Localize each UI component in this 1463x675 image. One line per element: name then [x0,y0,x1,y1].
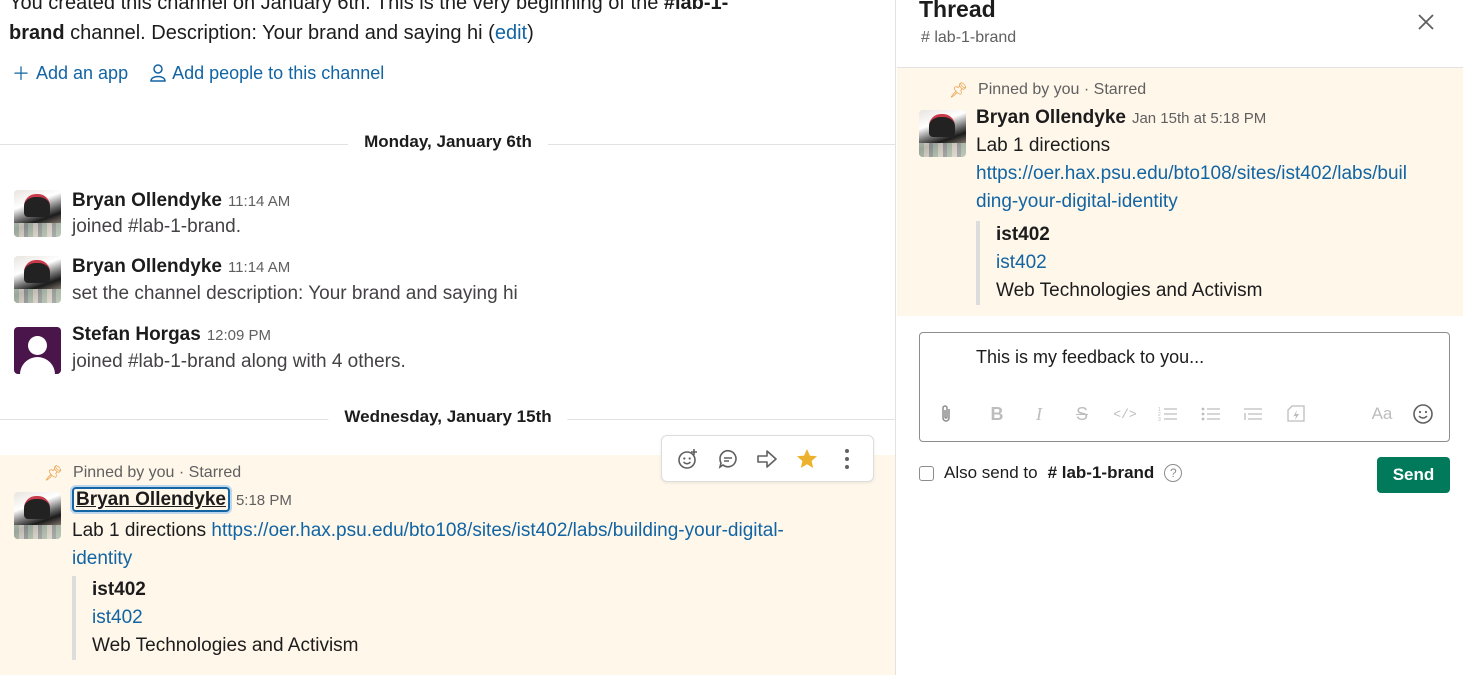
message-timestamp[interactable]: 11:14 AM [228,193,290,210]
thread-panel: Thread # lab-1-brand 📌︎ Pinned by you · … [897,0,1463,675]
attach-file-icon[interactable] [933,401,959,427]
message-timestamp[interactable]: 5:18 PM [236,492,292,509]
attachment-link[interactable]: ist402 [996,249,1263,277]
message-header: Stefan Horgas 12:09 PM [72,324,271,346]
message-link[interactable]: https://oer.hax.psu.edu/bto108/sites/ist… [211,520,783,541]
reply-in-thread-icon[interactable] [712,443,744,475]
add-app-label: Add an app [36,62,129,83]
pinned-label: Pinned by you · Starred [978,81,1147,98]
attachment-title: ist402 [996,224,1050,245]
message-text: Lab 1 directions https://oer.hax.psu.edu… [976,132,1407,216]
date-divider: Wednesday, January 15th [0,407,895,427]
avatar[interactable] [919,110,966,157]
send-button[interactable]: Send [1377,457,1450,493]
sender-name[interactable]: Stefan Horgas [72,324,201,345]
sender-name[interactable]: Bryan Ollendyke [72,487,230,512]
message-header: Bryan Ollendyke 11:14 AM [72,190,290,212]
message-text: joined #lab-1-brand. [72,216,242,237]
message-header: Bryan Ollendyke Jan 15th at 5:18 PM [976,107,1266,129]
add-people-button[interactable]: Add people to this channel [150,60,384,86]
code-icon[interactable]: </> [1112,401,1138,427]
italic-icon[interactable]: I [1026,401,1052,427]
help-icon[interactable]: ? [1164,464,1183,482]
also-send-option: Also send to # lab-1-brand ? [919,463,1183,483]
bold-icon[interactable]: B [984,401,1010,427]
thread-parent-message[interactable]: 📌︎ Pinned by you · Starred Bryan Ollendy… [897,68,1463,316]
person-icon [150,64,166,82]
message-timestamp[interactable]: Jan 15th at 5:18 PM [1132,110,1266,127]
also-send-label: Also send to [944,463,1038,482]
intro-channel-name-2: brand [9,22,65,44]
date-divider-label[interactable]: Wednesday, January 15th [328,407,568,427]
thread-title: Thread [919,0,996,22]
add-people-label: Add people to this channel [172,62,385,83]
date-divider-label[interactable]: Monday, January 6th [348,132,548,152]
formatting-toggle-icon[interactable]: Aa [1367,401,1397,427]
message-text: joined #lab-1-brand along with 4 others. [72,351,406,372]
thread-channel-link[interactable]: # lab-1-brand [921,29,1016,47]
attachment-description: Web Technologies and Activism [996,280,1263,301]
strikethrough-icon[interactable]: S [1069,401,1095,427]
plus-icon: ＋ [12,64,30,84]
attachment-description: Web Technologies and Activism [92,635,359,656]
message-actions-toolbar [661,435,874,482]
attachment-link[interactable]: ist402 [92,604,359,632]
link-unfurl-attachment: ist402 ist402 Web Technologies and Activ… [976,221,1263,305]
intro-channel-name-1: #lab-1- [663,0,729,14]
pinned-label: Pinned by you · Starred [73,464,242,481]
shortcuts-icon[interactable] [1283,401,1309,427]
intro-close-paren: ) [527,22,534,44]
avatar[interactable] [14,190,61,237]
intro-text: You created this channel on January 6th.… [9,0,664,14]
add-reaction-icon[interactable] [672,443,704,475]
star-icon[interactable] [791,443,823,475]
message-timestamp[interactable]: 11:14 AM [228,259,290,276]
sender-name[interactable]: Bryan Ollendyke [72,190,222,211]
channel-intro: You created this channel on January 6th.… [9,0,869,48]
thread-header: Thread # lab-1-brand [897,0,1463,68]
message-header: Bryan Ollendyke 5:18 PM [72,487,292,512]
avatar[interactable] [14,492,61,539]
pin-icon: 📌︎ [44,465,64,482]
share-message-icon[interactable] [751,443,783,475]
reply-composer[interactable]: This is my feedback to you... B I S </> … [919,332,1450,442]
bulleted-list-icon[interactable] [1198,401,1224,427]
sender-name[interactable]: Bryan Ollendyke [72,256,222,277]
message-link-continued[interactable]: ding-your-digital-identity [976,191,1178,212]
message-text: set the channel description: Your brand … [72,283,518,304]
message-text: Lab 1 directions https://oer.hax.psu.edu… [72,517,852,573]
pinned-indicator: 📌︎ Pinned by you · Starred [44,464,241,482]
add-app-button[interactable]: ＋ Add an app [12,60,128,86]
ordered-list-icon[interactable]: 123 [1155,401,1181,427]
blockquote-icon[interactable] [1240,401,1266,427]
link-unfurl-attachment: ist402 ist402 Web Technologies and Activ… [72,576,359,660]
message-text-content: Lab 1 directions [72,520,212,541]
reply-input[interactable]: This is my feedback to you... [976,347,1204,368]
message-header: Bryan Ollendyke 11:14 AM [72,256,290,278]
avatar[interactable] [14,327,61,374]
svg-text:3: 3 [1158,417,1161,422]
message-timestamp[interactable]: 12:09 PM [207,327,271,344]
date-divider: Monday, January 6th [0,132,895,152]
close-icon [1418,14,1434,30]
message-text-content: Lab 1 directions [976,135,1111,156]
message-link-continued[interactable]: identity [72,548,132,569]
emoji-icon[interactable] [1410,401,1436,427]
more-actions-icon[interactable] [831,443,863,475]
intro-description: channel. Description: Your brand and say… [64,22,495,44]
message-link[interactable]: https://oer.hax.psu.edu/bto108/sites/ist… [976,163,1407,184]
channel-messages-pane: You created this channel on January 6th.… [0,0,896,675]
also-send-channel: # lab-1-brand [1047,463,1155,482]
avatar[interactable] [14,256,61,303]
intro-actions: ＋ Add an app Add people to this channel [12,60,384,86]
sender-name[interactable]: Bryan Ollendyke [976,107,1126,128]
edit-description-link[interactable]: edit [495,22,527,44]
pinned-indicator: 📌︎ Pinned by you · Starred [949,81,1146,99]
attachment-title: ist402 [92,579,146,600]
also-send-checkbox[interactable] [919,465,934,481]
close-thread-button[interactable] [1413,10,1439,36]
pin-icon: 📌︎ [949,82,969,99]
